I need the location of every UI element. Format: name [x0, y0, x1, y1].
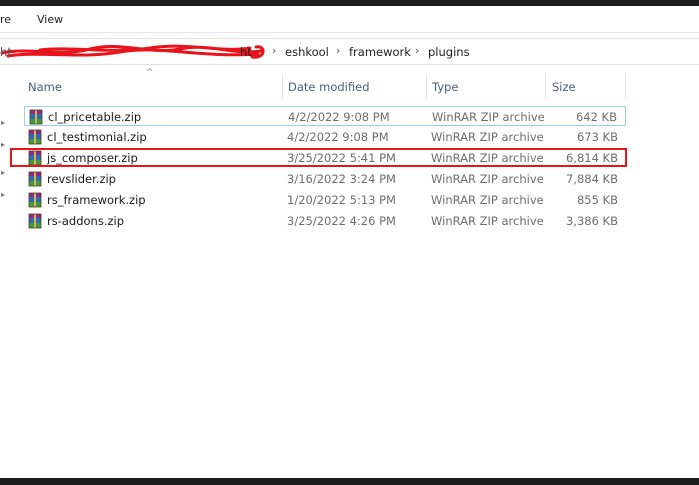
- winrar-archive-icon: [28, 171, 42, 187]
- chevron-right-icon[interactable]: ▸: [1, 190, 5, 199]
- file-date-modified: 4/2/2022 9:08 PM: [288, 110, 390, 124]
- file-date-modified: 3/16/2022 3:24 PM: [287, 172, 396, 186]
- breadcrumb-redacted-end[interactable]: ht: [240, 45, 252, 59]
- file-size: 7,884 KB: [565, 172, 618, 186]
- file-size: 642 KB: [575, 110, 617, 124]
- column-header-name[interactable]: Name: [28, 80, 62, 94]
- winrar-archive-icon: [29, 109, 43, 125]
- redaction-scribble: [0, 44, 265, 59]
- window-bottom-edge: [0, 478, 699, 485]
- column-divider[interactable]: [282, 74, 283, 100]
- winrar-archive-icon: [28, 129, 42, 145]
- file-row[interactable]: revslider.zip 3/16/2022 3:24 PM WinRAR Z…: [24, 169, 626, 189]
- breadcrumb-eshkool[interactable]: eshkool: [285, 45, 329, 59]
- file-date-modified: 3/25/2022 5:41 PM: [287, 151, 396, 165]
- column-divider[interactable]: [625, 74, 626, 100]
- file-name: rs-addons.zip: [47, 214, 125, 228]
- file-type: WinRAR ZIP archive: [431, 172, 544, 186]
- navigation-pane: ▸ ▸ ▸ ▸: [0, 66, 14, 478]
- column-header-date[interactable]: Date modified: [288, 80, 370, 94]
- file-type: WinRAR ZIP archive: [431, 214, 544, 228]
- column-divider[interactable]: [545, 74, 546, 100]
- winrar-archive-icon: [28, 150, 42, 166]
- file-type: WinRAR ZIP archive: [431, 193, 544, 207]
- file-type: WinRAR ZIP archive: [431, 151, 544, 165]
- file-name: js_composer.zip: [47, 151, 138, 165]
- file-name: rs_framework.zip: [47, 193, 146, 207]
- column-header-type[interactable]: Type: [432, 80, 458, 94]
- file-name: cl_testimonial.zip: [47, 130, 147, 144]
- column-divider[interactable]: [426, 74, 427, 100]
- winrar-archive-icon: [28, 213, 42, 229]
- file-size: 855 KB: [576, 193, 618, 207]
- file-date-modified: 3/25/2022 4:26 PM: [287, 214, 396, 228]
- ribbon-tab-share[interactable]: re: [0, 13, 11, 26]
- file-size: 3,386 KB: [565, 214, 618, 228]
- file-name: revslider.zip: [47, 172, 116, 186]
- file-row[interactable]: rs-addons.zip 3/25/2022 4:26 PM WinRAR Z…: [24, 211, 626, 231]
- file-type: WinRAR ZIP archive: [431, 130, 544, 144]
- breadcrumb-chevron-icon[interactable]: ›: [272, 44, 276, 57]
- breadcrumb-chevron-icon[interactable]: ›: [415, 44, 419, 57]
- breadcrumb-framework[interactable]: framework: [349, 45, 411, 59]
- file-date-modified: 4/2/2022 9:08 PM: [287, 130, 389, 144]
- file-size: 6,814 KB: [565, 151, 618, 165]
- breadcrumb-plugins[interactable]: plugins: [428, 45, 470, 59]
- breadcrumb-chevron-icon[interactable]: ›: [336, 44, 340, 57]
- breadcrumb-hidden-prefix: ht: [0, 45, 12, 59]
- chevron-right-icon[interactable]: ▸: [1, 140, 5, 149]
- column-header-size[interactable]: Size: [552, 80, 576, 94]
- file-row[interactable]: rs_framework.zip 1/20/2022 5:13 PM WinRA…: [24, 190, 626, 210]
- chevron-right-icon[interactable]: ▸: [1, 168, 5, 177]
- file-date-modified: 1/20/2022 5:13 PM: [287, 193, 396, 207]
- file-row[interactable]: cl_pricetable.zip 4/2/2022 9:08 PM WinRA…: [24, 106, 626, 126]
- file-row[interactable]: js_composer.zip 3/25/2022 5:41 PM WinRAR…: [24, 148, 626, 168]
- winrar-archive-icon: [28, 192, 42, 208]
- ribbon: re View: [0, 6, 699, 33]
- chevron-right-icon[interactable]: ▸: [1, 118, 5, 127]
- file-size: 673 KB: [576, 130, 618, 144]
- file-type: WinRAR ZIP archive: [432, 110, 545, 124]
- file-row[interactable]: cl_testimonial.zip 4/2/2022 9:08 PM WinR…: [24, 127, 626, 147]
- ribbon-tab-view[interactable]: View: [37, 13, 63, 26]
- address-bar[interactable]: ht ht › eshkool › framework › plugins: [0, 38, 699, 65]
- file-name: cl_pricetable.zip: [48, 110, 142, 124]
- sort-up-icon: ^: [146, 68, 154, 78]
